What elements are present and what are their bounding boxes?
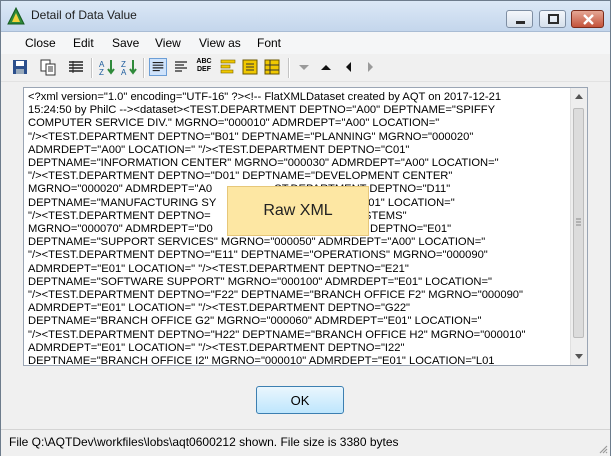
menu-view[interactable]: View [155,36,181,50]
menu-font[interactable]: Font [257,36,281,50]
scroll-down-arrow-icon[interactable] [574,351,584,361]
xml-line: "/><TEST.DEPARTMENT DEPTNO="H22" DEPTNAM… [28,328,526,341]
maximize-icon [548,14,559,24]
detail-window: Detail of Data Value Close Edit Save Vie… [0,0,611,456]
toolbar: AZ ZA ABC DEF [1,55,610,82]
grid-view-icon[interactable] [263,58,281,76]
svg-text:A: A [121,68,127,76]
sort-asc-icon[interactable]: AZ [98,58,116,76]
view-mode-popup: Raw XML [227,186,369,236]
nav-up-icon[interactable] [317,58,335,76]
xml-line: "/><TEST.DEPARTMENT DEPTNO="E11" DEPTNAM… [28,249,488,262]
toolbar-separator [288,58,290,78]
xml-line: "/><TEST.DEPARTMENT DEPTNO="B01" DEPTNAM… [28,130,474,143]
xml-line: DEPTNAME="BRANCH OFFICE I2" MGRNO="00001… [28,355,495,366]
close-window-button[interactable] [571,10,604,28]
sort-desc-icon[interactable]: ZA [120,58,138,76]
abc-def-icon[interactable]: ABC DEF [195,58,213,76]
xml-line: ADMRDEPT="E01" LOCATION=" "/><TEST.DEPAR… [28,302,411,315]
wrap-text-icon[interactable] [149,58,167,76]
scroll-up-arrow-icon[interactable] [574,92,584,102]
menu-bar: Close Edit Save View View as Font [1,32,610,54]
save-icon[interactable] [11,58,29,76]
menu-view-as[interactable]: View as [199,36,241,50]
xml-line: 15:24:50 by PhilC --><dataset><TEST.DEPA… [28,104,496,117]
app-logo-icon [7,7,25,25]
vertical-scrollbar[interactable] [570,88,587,365]
hex-view-icon[interactable] [241,58,259,76]
xml-line: "/><TEST.DEPARTMENT DEPTNO="D01" DEPTNAM… [28,170,453,183]
title-bar[interactable]: Detail of Data Value [1,1,610,32]
nav-next-icon[interactable] [361,58,379,76]
align-left-icon[interactable] [172,58,190,76]
scrollbar-thumb[interactable] [573,108,584,338]
close-icon [583,14,594,25]
status-bar: File Q:\AQTDev\workfiles\lobs\aqt0600212… [1,429,610,456]
copy-icon[interactable] [39,58,57,76]
toolbar-separator [91,58,93,78]
xml-line: COMPUTER SERVICE DIV." MGRNO="000010" AD… [28,117,440,130]
status-text: File Q:\AQTDev\workfiles\lobs\aqt0600212… [9,435,399,449]
xml-line: ADMRDEPT="E01" LOCATION=" "/><TEST.DEPAR… [28,341,405,354]
xml-line: ADMRDEPT="A00" LOCATION=" "/><TEST.DEPAR… [28,143,410,156]
abc-label: ABC [196,58,212,65]
toolbar-separator [143,58,145,78]
window-title: Detail of Data Value [31,8,137,22]
xml-line: "/><TEST.DEPARTMENT DEPTNO="F22" DEPTNAM… [28,289,523,302]
xml-line: DEPTNAME="BRANCH OFFICE G2" MGRNO="00006… [28,315,482,328]
xml-line: DEPTNAME="INFORMATION CENTER" MGRNO="000… [28,157,499,170]
maximize-button[interactable] [539,10,566,28]
def-label: DEF [197,66,211,73]
menu-close[interactable]: Close [25,36,56,50]
ok-button[interactable]: OK [256,386,344,414]
svg-text:Z: Z [99,68,104,76]
minimize-icon [516,21,525,24]
menu-save[interactable]: Save [112,36,139,50]
resize-grip-icon[interactable] [596,442,608,454]
align-bars-icon[interactable] [219,58,237,76]
nav-down-icon[interactable] [295,58,313,76]
xml-line: <?xml version="1.0" encoding="UTF-16" ?>… [28,91,502,103]
thumb-grip-icon [576,218,581,226]
view-mode-label: Raw XML [263,202,333,219]
minimize-button[interactable] [506,10,533,28]
columns-icon[interactable] [67,58,85,76]
xml-line: DEPTNAME="SOFTWARE SUPPORT" MGRNO="00010… [28,275,493,288]
menu-edit[interactable]: Edit [73,36,94,50]
nav-prev-icon[interactable] [339,58,357,76]
xml-line: ADMRDEPT="E01" LOCATION=" "/><TEST.DEPAR… [28,262,409,275]
xml-line: DEPTNAME="SUPPORT SERVICES" MGRNO="00005… [28,236,486,249]
